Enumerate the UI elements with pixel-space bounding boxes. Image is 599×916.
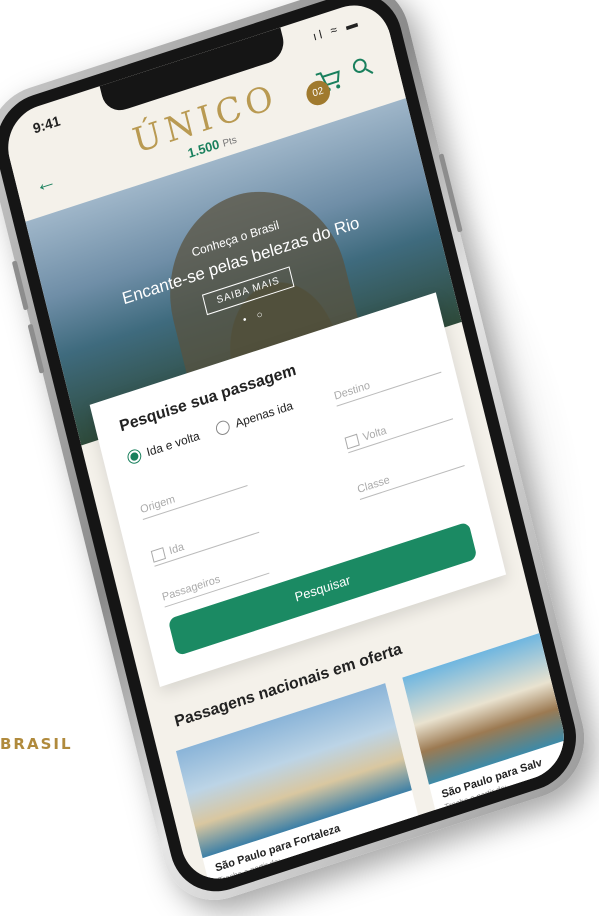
radio-selected-icon: [126, 447, 143, 466]
radio-apenas-ida[interactable]: Apenas ida: [214, 398, 295, 437]
app-screen: 9:41 ıl ≈ ▬ ← ÚNICO 1.500 Pts 02 Conheça…: [0, 0, 573, 889]
points-unit: Pts: [221, 134, 239, 150]
ida-label: Ida: [167, 540, 186, 558]
radio-ida-e-volta[interactable]: Ida e volta: [126, 429, 201, 466]
status-time: 9:41: [31, 112, 62, 137]
radio-ida-e-volta-label: Ida e volta: [145, 428, 202, 460]
ida-date-field[interactable]: Ida: [150, 517, 260, 567]
volta-label: Volta: [361, 424, 388, 444]
phone-mockup: 9:41 ıl ≈ ▬ ← ÚNICO 1.500 Pts 02 Conheça…: [0, 0, 597, 915]
calendar-icon: [150, 547, 167, 563]
destino-field[interactable]: Destino: [332, 357, 442, 407]
volta-date-field[interactable]: Volta: [344, 403, 454, 454]
classe-field[interactable]: Classe: [356, 450, 465, 500]
origem-field[interactable]: Origem: [139, 470, 248, 521]
radio-unselected-icon: [214, 418, 232, 437]
calendar-icon: [344, 433, 360, 450]
status-signal-wifi-battery-icon: ıl ≈ ▬: [311, 14, 362, 44]
radio-apenas-ida-label: Apenas ida: [233, 398, 295, 431]
brand-brasil-text: BRASIL: [0, 735, 73, 753]
